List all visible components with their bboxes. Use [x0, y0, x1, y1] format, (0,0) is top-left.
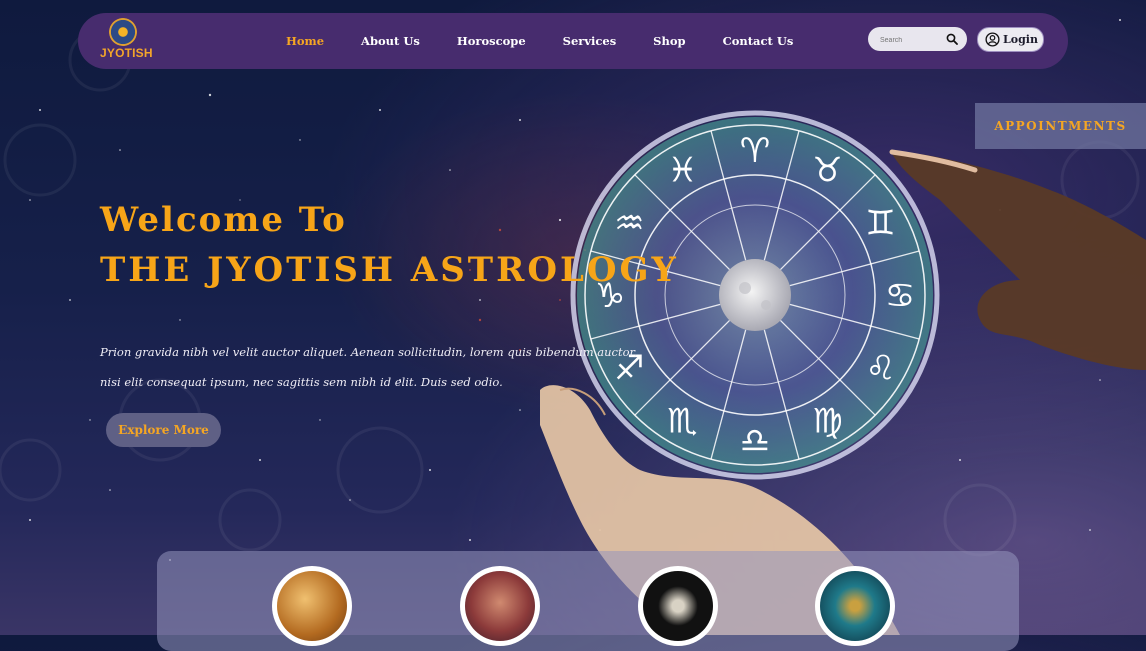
zodiac-wheel: ♓ ♈ ♉♊♋♌♍♎♏♐♑♒ [570, 110, 940, 480]
zodiac-sign-icon: ♊ [865, 204, 895, 244]
zodiac-sign-icon: ♍ [812, 402, 842, 442]
zodiac-sign-icon: ♏ [667, 402, 697, 442]
nav-item-services[interactable]: Services [563, 34, 617, 48]
sun-emblem-icon [109, 18, 137, 46]
user-icon [985, 32, 1000, 47]
zodiac-sign-icon: ♈ [740, 131, 770, 171]
appointments-label: APPOINTMENTS [994, 119, 1127, 133]
zodiac-sign-icon: ♋ [885, 276, 915, 316]
zodiac-sign-icon: ♒ [614, 204, 644, 244]
hero-title-welcome: Welcome To [100, 200, 347, 240]
tarot-cards-image [465, 571, 535, 641]
astrolabe-image [820, 571, 890, 641]
compass-map-image [277, 571, 347, 641]
skeleton-couple-image [643, 571, 713, 641]
explore-more-button[interactable]: Explore More [106, 413, 221, 447]
nav-item-contact-us[interactable]: Contact Us [723, 34, 794, 48]
top-navbar: JYOTISH Home About Us Horoscope Services… [78, 13, 1068, 69]
service-thumbnail-astrolabe[interactable] [815, 566, 895, 646]
nav-item-about-us[interactable]: About Us [361, 34, 420, 48]
nav-item-shop[interactable]: Shop [653, 34, 685, 48]
explore-more-label: Explore More [118, 423, 209, 437]
service-thumbnail-tarot[interactable] [460, 566, 540, 646]
main-nav: Home About Us Horoscope Services Shop Co… [286, 13, 830, 69]
zodiac-sign-icon: ♌ [865, 349, 895, 389]
brand-name: JYOTISH [100, 46, 153, 60]
search-box [868, 27, 967, 51]
nav-item-horoscope[interactable]: Horoscope [457, 34, 526, 48]
login-label: Login [1003, 33, 1038, 46]
zodiac-sign-icon: ♉ [812, 150, 842, 190]
service-thumbnail-skeleton[interactable] [638, 566, 718, 646]
zodiac-sign-icon: ♓ [667, 150, 697, 190]
zodiac-sign-icon: ♎ [740, 421, 770, 461]
nav-item-home[interactable]: Home [286, 34, 324, 48]
search-icon[interactable] [946, 33, 958, 45]
login-button[interactable]: Login [977, 27, 1044, 52]
search-input[interactable] [878, 31, 944, 49]
hero-title-brand: THE JYOTISH ASTROLOGY [100, 250, 679, 290]
service-thumbnail-compass[interactable] [272, 566, 352, 646]
brand-logo[interactable]: JYOTISH [100, 18, 153, 64]
hero-description: Prion gravida nibh vel velit auctor aliq… [100, 345, 638, 389]
